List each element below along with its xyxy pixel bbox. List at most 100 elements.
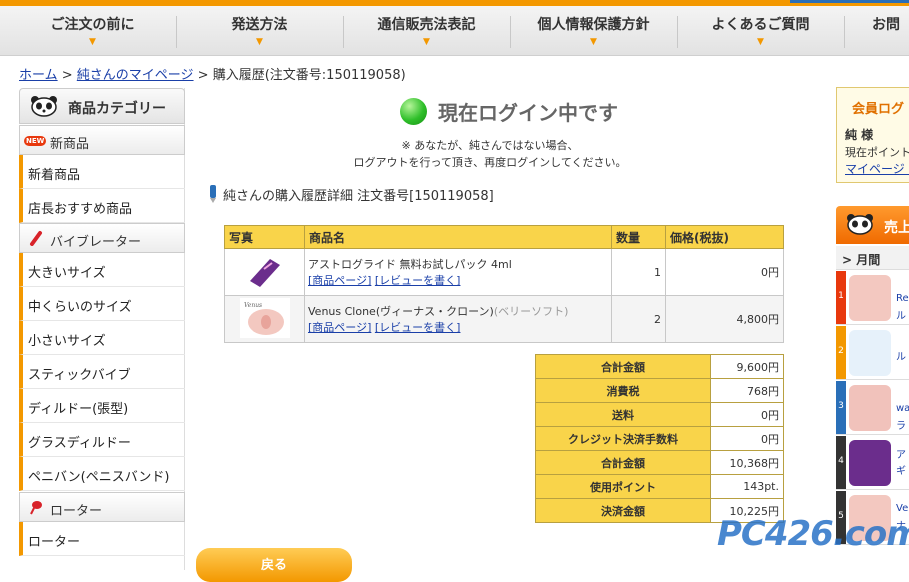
ranking-product-name[interactable]: ル <box>896 307 906 322</box>
product-image-lubricant[interactable] <box>239 250 290 291</box>
col-photo: 写真 <box>224 225 305 249</box>
chevron-down-icon: ▼ <box>89 37 96 47</box>
ranking-title: 売上 <box>884 220 909 236</box>
price-cell: 4,800円 <box>665 295 784 343</box>
sidebar-item-rotor[interactable]: ローター <box>19 522 185 556</box>
category-header: 商品カテゴリー <box>19 88 185 124</box>
panda-icon <box>31 96 57 117</box>
member-box-title: 会員ログ <box>852 102 905 117</box>
ranking-product-image[interactable] <box>849 440 891 486</box>
nav-privacy-policy[interactable]: 個人情報保護方針 ▼ <box>511 14 676 52</box>
product-name: Venus Clone(ヴィーナス・クローン) <box>308 305 494 318</box>
sidebar-item-large-size[interactable]: 大きいサイズ <box>19 253 185 287</box>
ranking-item[interactable]: 1 Re ル <box>836 271 909 325</box>
section-new-items: NEW 新商品 <box>19 125 185 155</box>
product-page-link[interactable]: [商品ページ] <box>308 274 371 287</box>
nav-contact[interactable]: お問 <box>872 14 909 52</box>
rank-number: 4 <box>836 436 846 489</box>
ranking-product-name[interactable]: ア <box>896 446 906 461</box>
sales-ranking-header: 売上 <box>836 206 909 244</box>
sidebar-item-glass-dildo[interactable]: グラスディルドー <box>19 423 185 457</box>
sidebar-item-stick-vibe[interactable]: スティックバイブ <box>19 355 185 389</box>
breadcrumb: ホーム > 純さんのマイページ > 購入履歴(注文番号:150119058) <box>19 68 406 83</box>
nav-legal-notice[interactable]: 通信販売法表記 ▼ <box>344 14 509 52</box>
nav-divider <box>844 16 845 48</box>
ranking-item[interactable]: 2 ル <box>836 326 909 380</box>
new-badge-icon: NEW <box>24 136 47 146</box>
section-rotor: ローター <box>19 492 185 522</box>
ranking-product-name[interactable]: ギ <box>896 462 906 477</box>
breadcrumb-home-link[interactable]: ホーム <box>19 68 58 83</box>
product-image-venus-clone[interactable]: Venus <box>239 297 290 338</box>
chevron-down-icon: ▼ <box>423 37 430 47</box>
chevron-down-icon: ▼ <box>256 37 263 47</box>
mypage-link[interactable]: マイページ | <box>845 160 909 177</box>
ranking-product-name[interactable]: Ve <box>896 503 908 514</box>
member-name: 純 様 <box>845 128 874 142</box>
member-login-box: 会員ログ 純 様 現在ポイント マイページ | <box>836 87 909 183</box>
login-notice-line1: ※ あなたが、純さんではない場合、 <box>401 139 579 152</box>
sidebar-item-recommended[interactable]: 店長おすすめ商品 <box>19 189 185 223</box>
breadcrumb-mypage-link[interactable]: 純さんのマイページ <box>77 68 194 83</box>
chevron-down-icon: ▼ <box>590 37 597 47</box>
nav-shipping[interactable]: 発送方法 ▼ <box>177 14 342 52</box>
summary-row: 合計金額 10,368円 <box>535 450 784 475</box>
write-review-link[interactable]: [レビューを書く] <box>375 321 461 334</box>
product-photo-cell <box>224 248 305 296</box>
sidebar-item-dildo[interactable]: ディルドー(張型) <box>19 389 185 423</box>
ranking-product-image[interactable] <box>849 385 891 431</box>
ranking-product-name[interactable]: ラ <box>896 417 906 432</box>
col-quantity: 数量 <box>611 225 666 249</box>
login-notice-line2: ログアウトを行って頂き、再度ログインしてください。 <box>353 156 627 169</box>
rank-number: 1 <box>836 271 846 324</box>
nav-before-order[interactable]: ご注文の前に ▼ <box>10 14 175 52</box>
ranking-tab-monthly[interactable]: > 月間 <box>836 246 909 270</box>
summary-row: 合計金額 9,600円 <box>535 354 784 379</box>
price-cell: 0円 <box>665 248 784 296</box>
sidebar-item-medium-size[interactable]: 中くらいのサイズ <box>19 287 185 321</box>
ranking-product-image[interactable] <box>849 275 891 321</box>
member-points-label: 現在ポイント <box>845 146 909 159</box>
ranking-product-image[interactable] <box>849 330 891 376</box>
product-variant: (ベリーソフト) <box>493 305 569 318</box>
login-status-title: 現在ログイン中です <box>438 101 618 125</box>
sidebar-item-new-arrivals[interactable]: 新着商品 <box>19 155 185 189</box>
sidebar-item-small-size[interactable]: 小さいサイズ <box>19 321 185 355</box>
ranking-item[interactable]: 3 wa ラ <box>836 381 909 435</box>
quantity-cell: 2 <box>611 295 666 343</box>
ranking-product-name[interactable]: Re <box>896 293 909 304</box>
site-watermark: PC426.com <box>717 514 909 554</box>
top-blue-strip <box>790 0 909 3</box>
product-name-cell: Venus Clone(ヴィーナス・クローン)(ベリーソフト) [商品ページ] … <box>304 295 612 343</box>
chevron-right-icon: > <box>842 253 853 267</box>
section-vibrator: バイブレーター <box>19 223 185 253</box>
ranking-product-name[interactable]: ル <box>896 348 906 363</box>
login-status-icon <box>400 98 427 125</box>
order-summary-table: 合計金額 9,600円 消費税 768円 送料 0円 クレジット決済手数料 0円 合計金… <box>535 354 784 523</box>
product-page-link[interactable]: [商品ページ] <box>308 321 371 334</box>
summary-row: 消費税 768円 <box>535 378 784 403</box>
table-row: Venus Venus Clone(ヴィーナス・クローン)(ベリーソフト) [商… <box>224 295 784 343</box>
category-sidebar: 商品カテゴリー NEW 新商品 新着商品 店長おすすめ商品 バイブレーター 大き… <box>19 88 185 570</box>
back-button[interactable]: 戻る <box>196 548 352 582</box>
top-navigation: ご注文の前に ▼ 発送方法 ▼ 通信販売法表記 ▼ 個人情報保護方針 ▼ よくあるご質問… <box>0 0 909 56</box>
col-price: 価格(税抜) <box>665 225 784 249</box>
panda-icon <box>847 214 873 235</box>
summary-row: クレジット決済手数料 0円 <box>535 426 784 451</box>
write-review-link[interactable]: [レビューを書く] <box>375 274 461 287</box>
ranking-product-name[interactable]: wa <box>896 403 909 414</box>
quantity-cell: 1 <box>611 248 666 296</box>
rank-number: 3 <box>836 381 846 434</box>
nav-faq[interactable]: よくあるご質問 ▼ <box>678 14 843 52</box>
rank-number: 2 <box>836 326 846 379</box>
sidebar-item-strap-on[interactable]: ペニバン(ペニスバンド) <box>19 457 185 491</box>
ranking-item[interactable]: 4 ア ギ <box>836 436 909 490</box>
category-title: 商品カテゴリー <box>68 101 166 117</box>
pencil-icon <box>210 185 216 203</box>
rotor-icon <box>30 501 42 515</box>
breadcrumb-current: 購入履歴(注文番号:150119058) <box>212 68 406 83</box>
svg-text:Venus: Venus <box>244 302 262 309</box>
order-items-table: 写真 商品名 数量 価格(税抜) アストログライド 無料お試しパック 4ml [… <box>224 225 784 343</box>
vibrator-icon <box>30 231 42 246</box>
summary-row: 使用ポイント 143pt. <box>535 474 784 499</box>
